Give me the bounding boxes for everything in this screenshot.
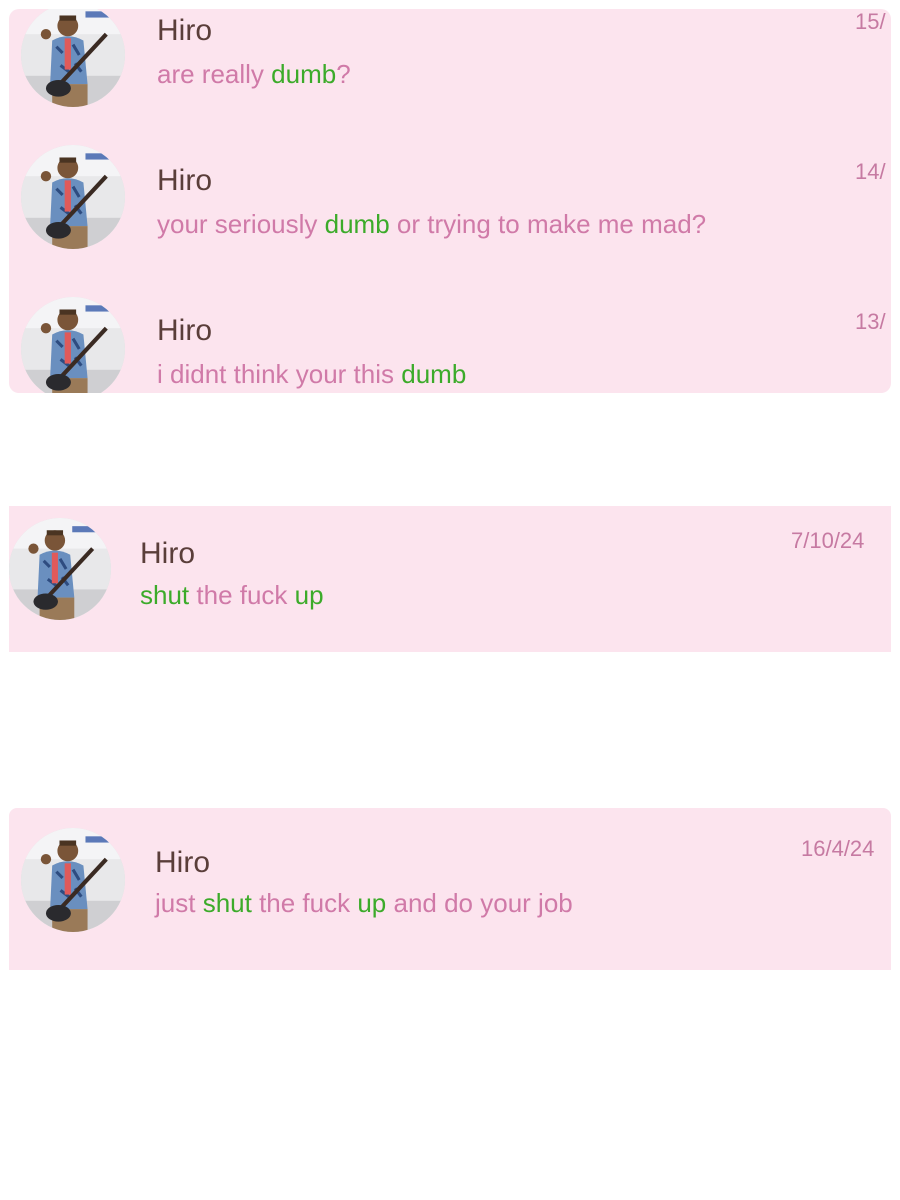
profile-photo-icon bbox=[21, 828, 125, 932]
profile-photo-icon bbox=[9, 518, 111, 620]
message-part-highlighted: dumb bbox=[324, 209, 390, 239]
message-text: shut the fuck up bbox=[140, 580, 324, 611]
message-text: i didnt think your this dumb bbox=[157, 359, 466, 390]
sender-name: Hiro bbox=[140, 537, 196, 570]
message-date: 14/ bbox=[855, 159, 886, 184]
message-date: 13/ bbox=[855, 309, 886, 334]
avatar[interactable] bbox=[21, 297, 125, 393]
sender-name: Hiro bbox=[157, 14, 213, 47]
message-part: just bbox=[155, 888, 203, 918]
message-text: are really dumb? bbox=[157, 59, 351, 90]
message-group-card: Hiro are really dumb? 15/ Hiro your seri… bbox=[9, 9, 891, 393]
message-text: just shut the fuck up and do your job bbox=[155, 888, 573, 919]
message-card[interactable]: Hiro just shut the fuck up and do your j… bbox=[9, 808, 891, 970]
message-part: the fuck bbox=[251, 888, 358, 918]
message-part: are really bbox=[157, 59, 272, 89]
avatar[interactable] bbox=[21, 9, 125, 107]
message-date: 16/4/24 bbox=[801, 836, 875, 861]
profile-photo-icon bbox=[21, 9, 125, 107]
message-part-highlighted: shut bbox=[140, 580, 190, 610]
profile-photo-icon bbox=[21, 145, 125, 249]
message-item[interactable]: Hiro i didnt think your this dumb 13/ bbox=[9, 297, 891, 393]
profile-photo-icon bbox=[21, 297, 125, 393]
message-part: ? bbox=[336, 59, 351, 89]
message-part: the fuck bbox=[189, 580, 295, 610]
message-date: 7/10/24 bbox=[791, 528, 865, 553]
message-date: 15/ bbox=[855, 9, 886, 34]
message-part-highlighted: up bbox=[357, 888, 387, 918]
message-part-highlighted: up bbox=[294, 580, 324, 610]
message-part: your seriously bbox=[157, 209, 325, 239]
sender-name: Hiro bbox=[157, 164, 213, 197]
avatar[interactable] bbox=[9, 518, 111, 620]
message-part: or trying to make me mad? bbox=[389, 209, 707, 239]
message-item[interactable]: Hiro your seriously dumb or trying to ma… bbox=[9, 145, 891, 269]
message-text: your seriously dumb or trying to make me… bbox=[157, 209, 706, 240]
message-part: i didnt think your this bbox=[157, 359, 402, 389]
avatar[interactable] bbox=[21, 145, 125, 249]
message-part-highlighted: dumb bbox=[401, 359, 467, 389]
sender-name: Hiro bbox=[157, 314, 213, 347]
message-card[interactable]: Hiro shut the fuck up 7/10/24 bbox=[9, 506, 891, 652]
avatar[interactable] bbox=[21, 828, 125, 932]
sender-name: Hiro bbox=[155, 846, 211, 879]
message-part-highlighted: shut bbox=[202, 888, 252, 918]
message-part: and do your job bbox=[386, 888, 573, 918]
message-part-highlighted: dumb bbox=[271, 59, 337, 89]
message-item[interactable]: Hiro are really dumb? 15/ bbox=[9, 9, 891, 119]
